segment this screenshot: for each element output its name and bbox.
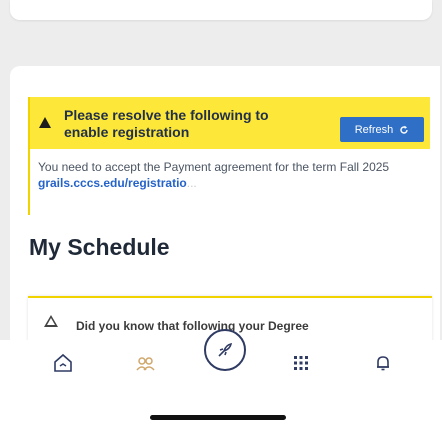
rocket-icon [218,342,233,357]
registration-alert: Please resolve the following to enable r… [28,97,430,215]
registration-link[interactable]: grails.cccs.edu/registratio [38,176,187,190]
alert-message-text: You need to accept the Payment agreement… [38,160,390,174]
warning-icon [39,117,51,128]
grid-icon [294,356,308,370]
nav-home[interactable] [48,348,78,378]
home-indicator[interactable] [150,415,286,420]
refresh-button[interactable]: Refresh [340,117,424,142]
people-icon [136,357,155,371]
alert-message: You need to accept the Payment agreement… [30,149,430,197]
home-icon [54,353,72,372]
bell-icon [377,356,389,371]
nav-notifications[interactable] [368,348,398,378]
page-title: My Schedule [29,234,170,260]
refresh-icon [400,125,408,134]
previous-card [10,0,432,20]
warning-outline-icon [44,315,58,327]
nav-people[interactable] [130,348,160,378]
nav-rocket[interactable] [204,329,246,371]
ellipsis: ... [186,176,197,190]
degree-notice-text: Did you know that following your Degree [76,319,309,333]
alert-title: Please resolve the following to enable r… [64,107,269,140]
refresh-label: Refresh [354,123,394,136]
bottom-nav [0,329,442,425]
alert-header: Please resolve the following to enable r… [30,97,430,149]
nav-grid[interactable] [286,348,316,378]
